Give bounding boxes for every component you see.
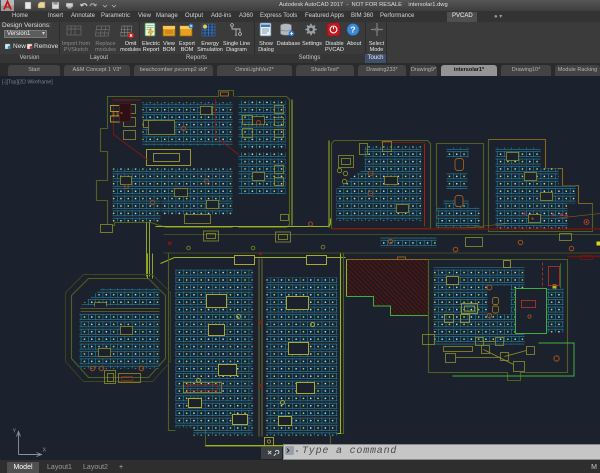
svg-text:?: ?	[350, 24, 355, 34]
svg-text:[-][Top][2D Wireframe]: [-][Top][2D Wireframe]	[2, 80, 53, 86]
svg-text:Y: Y	[13, 429, 17, 435]
svg-text:X: X	[43, 448, 47, 454]
